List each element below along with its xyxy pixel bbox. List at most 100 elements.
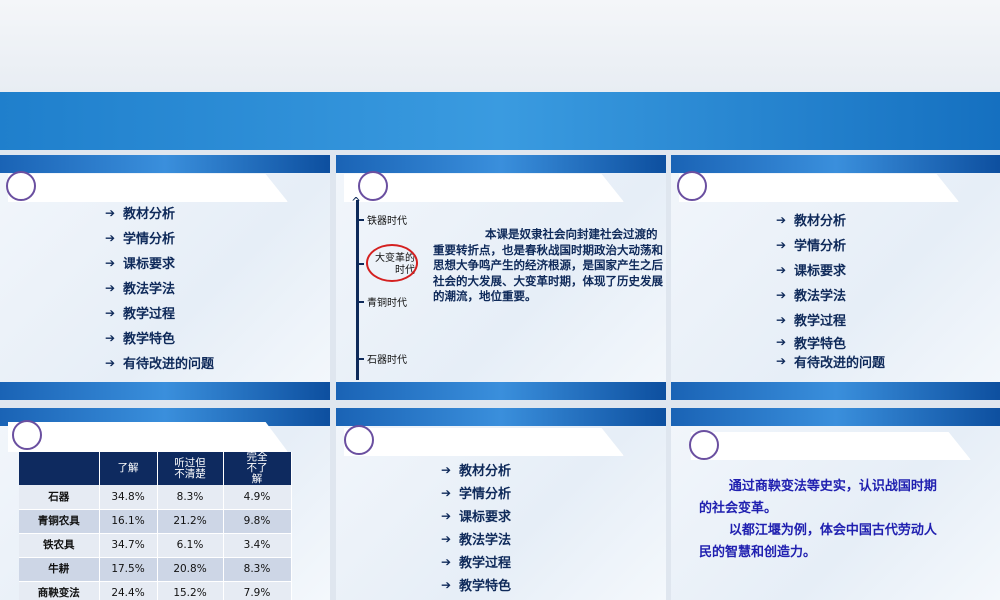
table-header: 听过但不清楚 — [157, 452, 224, 485]
arrow-icon: ➔ — [105, 205, 116, 220]
arrow-icon: ➔ — [441, 462, 452, 477]
table-cell: 8.3% — [157, 485, 224, 510]
goal-item: 以都江堰为例，体会中国古代劳动人民的智慧和创造力。 — [699, 523, 937, 560]
goal-item: 通过商鞅变法等史实，认识战国时期的社会变革。 — [699, 479, 937, 516]
menu-label: 教法学法 — [459, 533, 512, 548]
timeline-label: 铁器时代 — [367, 216, 407, 227]
slide-thumbnail-1[interactable]: ➔ 教材分析 ➔ 学情分析 ➔ 课标要求 ➔ 教法学法 ➔ 教学过程 ➔ 教学特色 ➔ 有待改… — [0, 155, 330, 400]
title-bar — [8, 174, 288, 202]
arrow-icon: ➔ — [776, 335, 787, 349]
menu-item: ➔ 教学过程 — [776, 307, 885, 332]
menu-label: 教学特色 — [459, 579, 512, 594]
circle-icon — [12, 420, 42, 450]
header-background — [0, 0, 1000, 92]
circle-icon — [358, 171, 388, 201]
slide-top-strip — [671, 408, 1000, 426]
menu-label: 课标要求 — [794, 264, 847, 279]
arrow-icon: ➔ — [105, 305, 116, 320]
slide-top-strip — [336, 155, 666, 173]
slide-thumbnail-4[interactable]: 了解 听过但不清楚 完全不了解 石器 34.8% 8.3% 4.9% 青铜农具 16.1… — [0, 408, 330, 600]
menu-item: ➔ 教材分析 — [776, 207, 885, 232]
menu-label: 学情分析 — [123, 232, 176, 247]
menu-item: ➔ 教学特色 — [776, 332, 885, 352]
menu-label: 学情分析 — [459, 487, 512, 502]
timeline-axis — [356, 200, 359, 380]
title-bar — [691, 432, 971, 460]
arrow-icon: ➔ — [776, 287, 787, 302]
table-cell: 3.4% — [223, 533, 292, 558]
menu-item: ➔ 教学特色 — [105, 325, 214, 350]
timeline-tick — [356, 263, 364, 265]
menu-label: 课标要求 — [459, 510, 512, 525]
arrow-icon: ➔ — [441, 577, 452, 592]
table-row: 铁农具 34.7% 6.1% 3.4% — [19, 533, 292, 558]
row-label: 牛耕 — [19, 557, 100, 582]
menu-label: 课标要求 — [123, 257, 176, 272]
menu-item: ➔ 教法学法 — [776, 282, 885, 307]
row-label: 石器 — [19, 485, 100, 510]
menu-item: ➔ 教学过程 — [105, 300, 214, 325]
table-header: 了解 — [99, 452, 158, 485]
menu-item: ➔ 课标要求 — [441, 504, 511, 527]
up-arrow-icon: ^ — [351, 195, 362, 209]
slide-thumbnail-6[interactable]: 通过商鞅变法等史实，认识战国时期的社会变革。 以都江堰为例，体会中国古代劳动人民… — [671, 408, 1000, 600]
table-cell: 24.4% — [99, 581, 158, 600]
row-label: 商鞅变法 — [19, 581, 100, 600]
table-header: 完全不了解 — [223, 452, 292, 485]
arrow-icon: ➔ — [105, 280, 116, 295]
table-cell: 8.3% — [223, 557, 292, 582]
circle-icon — [689, 430, 719, 460]
outline-menu: ➔ 教材分析 ➔ 学情分析 ➔ 课标要求 ➔ 教法学法 ➔ 教学过程 ➔ 教学特色 ➔ 有待改… — [105, 200, 214, 375]
arrow-icon: ➔ — [105, 355, 116, 370]
menu-label: 教法学法 — [794, 289, 847, 304]
menu-label: 教学过程 — [794, 314, 847, 329]
menu-label: 教学特色 — [794, 336, 847, 352]
menu-label: 教学过程 — [123, 307, 176, 322]
slide-bottom-strip — [671, 382, 1000, 400]
summary-paragraph: 本课是奴隶社会向封建社会过渡的 重要转折点，也是春秋战国时期政治大动荡和思想大争… — [433, 227, 666, 305]
paragraph-body: 重要转折点，也是春秋战国时期政治大动荡和思想大争鸣产生的经济根源，是国家产生之后… — [433, 242, 663, 304]
menu-item: ➔ 教法学法 — [105, 275, 214, 300]
menu-item: ➔ 学情分析 — [776, 232, 885, 257]
menu-item: ➔ 有待改进的问题 — [776, 352, 886, 371]
slide-thumbnail-3[interactable]: ➔ 教材分析 ➔ 学情分析 ➔ 课标要求 ➔ 教法学法 ➔ 教学过程 ➔ 教学特色 ➔ 有待改… — [671, 155, 1000, 400]
menu-label: 教学特色 — [123, 332, 176, 347]
menu-label: 教材分析 — [459, 464, 512, 479]
slide-top-strip — [336, 408, 666, 426]
table-cell: 16.1% — [99, 509, 158, 534]
arrow-icon: ➔ — [105, 230, 116, 245]
table-row: 牛耕 17.5% 20.8% 8.3% — [19, 557, 292, 582]
table-cell: 15.2% — [157, 581, 224, 600]
arrow-icon: ➔ — [776, 354, 787, 368]
slide-bottom-strip — [336, 382, 666, 400]
circle-icon — [344, 425, 374, 455]
menu-label: 教学过程 — [459, 556, 512, 571]
menu-item: ➔ 教法学法 — [441, 527, 511, 550]
menu-label: 教材分析 — [123, 207, 176, 222]
table-row: 石器 34.8% 8.3% 4.9% — [19, 485, 292, 510]
slide-thumbnail-5[interactable]: ➔ 教材分析 ➔ 学情分析 ➔ 课标要求 ➔ 教法学法 ➔ 教学过程 ➔ 教学特色 — [336, 408, 666, 600]
timeline-label: 石器时代 — [367, 355, 407, 366]
menu-item: ➔ 教学特色 — [441, 573, 511, 596]
table-cell: 7.9% — [223, 581, 292, 600]
arrow-icon: ➔ — [776, 312, 787, 327]
menu-item: ➔ 教材分析 — [105, 200, 214, 225]
menu-label: 教法学法 — [123, 282, 176, 297]
arrow-icon: ➔ — [105, 255, 116, 270]
menu-label: 有待改进的问题 — [794, 355, 886, 371]
circle-icon — [677, 171, 707, 201]
row-label: 青铜农具 — [19, 509, 100, 534]
menu-item: ➔ 学情分析 — [105, 225, 214, 250]
slide-bottom-strip — [0, 382, 330, 400]
arrow-icon: ➔ — [776, 262, 787, 277]
table-cell: 4.9% — [223, 485, 292, 510]
highlight-oval — [366, 244, 418, 282]
table-cell: 20.8% — [157, 557, 224, 582]
table-cell: 9.8% — [223, 509, 292, 534]
menu-item: ➔ 教材分析 — [441, 458, 511, 481]
timeline-tick — [356, 301, 364, 303]
table-row: 青铜农具 16.1% 21.2% 9.8% — [19, 509, 292, 534]
paragraph-line: 本课是奴隶社会向封建社会过渡的 — [485, 227, 658, 241]
slide-thumbnail-2[interactable]: ^ 铁器时代 大变革的时代 青铜时代 石器时代 本课是奴隶社会向封建社会过渡的 … — [336, 155, 666, 400]
table-cell: 34.7% — [99, 533, 158, 558]
